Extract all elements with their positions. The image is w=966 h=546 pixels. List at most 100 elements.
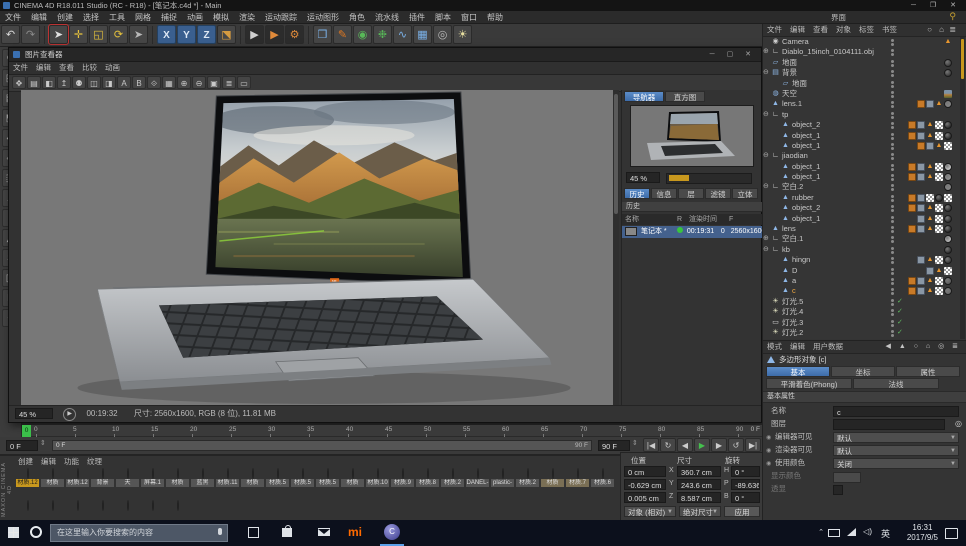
phong-tag-icon[interactable] <box>917 204 925 212</box>
tab-0[interactable]: 历史 <box>624 188 650 199</box>
visibility-dots[interactable] <box>891 101 894 104</box>
selection-tag-icon[interactable]: ▲ <box>926 287 934 295</box>
viewer-tool-2-icon[interactable]: ◧ <box>42 76 56 89</box>
material-item[interactable]: 蓝黑 <box>190 469 215 487</box>
phong-tag-icon[interactable] <box>917 173 925 181</box>
visibility-dots[interactable] <box>891 195 894 198</box>
visibility-dots[interactable] <box>891 174 894 177</box>
texture-tag-icon[interactable] <box>935 256 943 264</box>
viewer-tool-11-icon[interactable]: ⊕ <box>177 76 191 89</box>
task-view-icon[interactable] <box>248 527 259 540</box>
selection-tag-icon[interactable]: ▲ <box>944 38 952 46</box>
coord-pos-Y[interactable]: -0.629 cm <box>624 479 666 490</box>
menu-item-2[interactable]: 功能 <box>60 456 83 468</box>
playhead[interactable]: 0 <box>22 425 31 437</box>
menu-item-16[interactable]: 窗口 <box>456 11 482 24</box>
texture-tag-icon[interactable] <box>935 287 943 295</box>
menu-item-5[interactable]: 网格 <box>130 11 156 24</box>
expander-icon[interactable]: ⊖ <box>763 151 769 161</box>
menu-item-6[interactable]: 捕捉 <box>156 11 182 24</box>
material-item[interactable]: 材质 <box>165 469 190 487</box>
phong-tag-icon[interactable] <box>917 132 925 140</box>
coord-size-X[interactable]: 360.7 cm <box>677 466 721 477</box>
material-item[interactable]: 材质.5 <box>265 469 290 487</box>
primitive-cube-icon[interactable]: ❒ <box>313 25 332 44</box>
redo-icon[interactable]: ↷ <box>21 25 40 44</box>
menu-item-1[interactable]: 编辑 <box>37 456 60 468</box>
menu-item-1[interactable]: 编辑 <box>32 62 55 74</box>
viewer-window-controls[interactable]: ─ ▢ ✕ <box>710 48 756 61</box>
layer-picker-icon[interactable]: ◎ <box>955 418 962 430</box>
coord-mode-select[interactable]: 对象 (相对)▼ <box>624 506 676 517</box>
material-tag-icon[interactable] <box>944 132 952 140</box>
object-row[interactable]: ⊖∟空白.2 <box>763 182 960 192</box>
tab-0[interactable]: 基本 <box>766 366 830 377</box>
end-frame-spinner[interactable]: ⇕ <box>632 439 638 447</box>
coord-apply-button[interactable]: 应用 <box>724 506 760 517</box>
om-filter-icon[interactable]: ≣ <box>949 25 956 34</box>
tab-1[interactable]: 法线 <box>853 378 939 389</box>
object-row[interactable]: ▲lens▲ <box>763 224 960 234</box>
phong-tag-icon[interactable] <box>917 256 925 264</box>
selection-tag-icon[interactable]: ▲ <box>926 163 934 171</box>
texture-tag-icon[interactable] <box>935 215 943 223</box>
object-row[interactable]: ▱地面 <box>763 58 960 68</box>
selection-tag-icon[interactable]: ▲ <box>926 204 934 212</box>
viewer-tool-1-icon[interactable]: ▤ <box>27 76 41 89</box>
material-item[interactable]: 材质 <box>40 469 65 487</box>
visibility-dots[interactable] <box>891 184 894 187</box>
visibility-dots[interactable] <box>891 278 894 281</box>
material-item[interactable]: 材质.7 <box>565 469 590 487</box>
visibility-dots[interactable] <box>891 153 894 156</box>
tray-chevron-icon[interactable]: ⌃ <box>818 528 824 536</box>
viewer-tool-8-icon[interactable]: B <box>132 76 146 89</box>
field-select[interactable]: 默认▼ <box>833 432 959 443</box>
viewer-titlebar[interactable]: 图片查看器 ─ ▢ ✕ <box>9 48 761 62</box>
move-icon[interactable]: ✛ <box>69 25 88 44</box>
visibility-dots[interactable] <box>891 143 894 146</box>
material-item[interactable]: 背景 <box>90 469 115 487</box>
transport-btn-6[interactable]: ▶| <box>745 438 761 452</box>
material-tag-icon[interactable] <box>944 225 952 233</box>
pen-icon[interactable]: ✎ <box>333 25 352 44</box>
tab-1[interactable]: 坐标 <box>831 366 895 377</box>
menu-item-8[interactable]: 模拟 <box>208 11 234 24</box>
material-item[interactable]: DANEL- <box>465 469 490 487</box>
om-scrollbar[interactable] <box>960 37 965 339</box>
material-item[interactable]: 屏幕.1 <box>140 469 165 487</box>
om-search-icon[interactable]: ○ <box>927 25 932 34</box>
mi-app-icon[interactable]: mi <box>348 525 362 539</box>
uvw-tag-icon[interactable] <box>908 287 916 295</box>
visibility-dots[interactable] <box>891 216 894 219</box>
visibility-dots[interactable] <box>891 60 894 63</box>
menu-item-4[interactable]: 动画 <box>101 62 124 74</box>
expander-icon[interactable]: ⊖ <box>763 68 769 78</box>
phong-tag-icon[interactable] <box>917 287 925 295</box>
history-row[interactable]: 笔记本 * 00:19:31 0 2560x1600 <box>622 226 762 238</box>
uvw-tag-icon[interactable] <box>908 204 916 212</box>
object-row[interactable]: ⊕∟Diablo_15inch_0104111.obj <box>763 47 960 57</box>
material-item[interactable] <box>140 501 165 510</box>
texture-tag-icon[interactable] <box>935 132 943 140</box>
viewer-tool-9-icon[interactable]: ⟐ <box>147 76 161 89</box>
tab-0[interactable]: 平滑着色(Phong) <box>766 378 852 389</box>
rotate-icon[interactable]: ⟳ <box>109 25 128 44</box>
texture-tag-icon[interactable] <box>935 277 943 285</box>
material-tag-icon[interactable] <box>944 204 952 212</box>
material-tag-icon[interactable] <box>944 246 952 254</box>
visibility-dots[interactable] <box>891 330 894 333</box>
nav-thumbnail[interactable] <box>630 105 754 167</box>
material-item[interactable]: 材质.2 <box>440 469 465 487</box>
override-dot-icon[interactable]: ◉ <box>766 432 771 444</box>
color-swatch[interactable] <box>833 472 861 483</box>
selection-tag-icon[interactable]: ▲ <box>926 121 934 129</box>
viewer-tool-7-icon[interactable]: A <box>117 76 131 89</box>
material-item[interactable]: 材质.11 <box>215 469 240 487</box>
phong-tag-icon[interactable] <box>917 215 925 223</box>
transport-btn-5[interactable]: ↺ <box>728 438 744 452</box>
coord-rot-P[interactable]: -89.636 ° <box>731 479 760 490</box>
menu-item-0[interactable]: 模式 <box>763 341 786 353</box>
material-tag-icon[interactable] <box>944 277 952 285</box>
menu-item-12[interactable]: 角色 <box>344 11 370 24</box>
transport-btn-4[interactable]: ▶ <box>711 438 727 452</box>
